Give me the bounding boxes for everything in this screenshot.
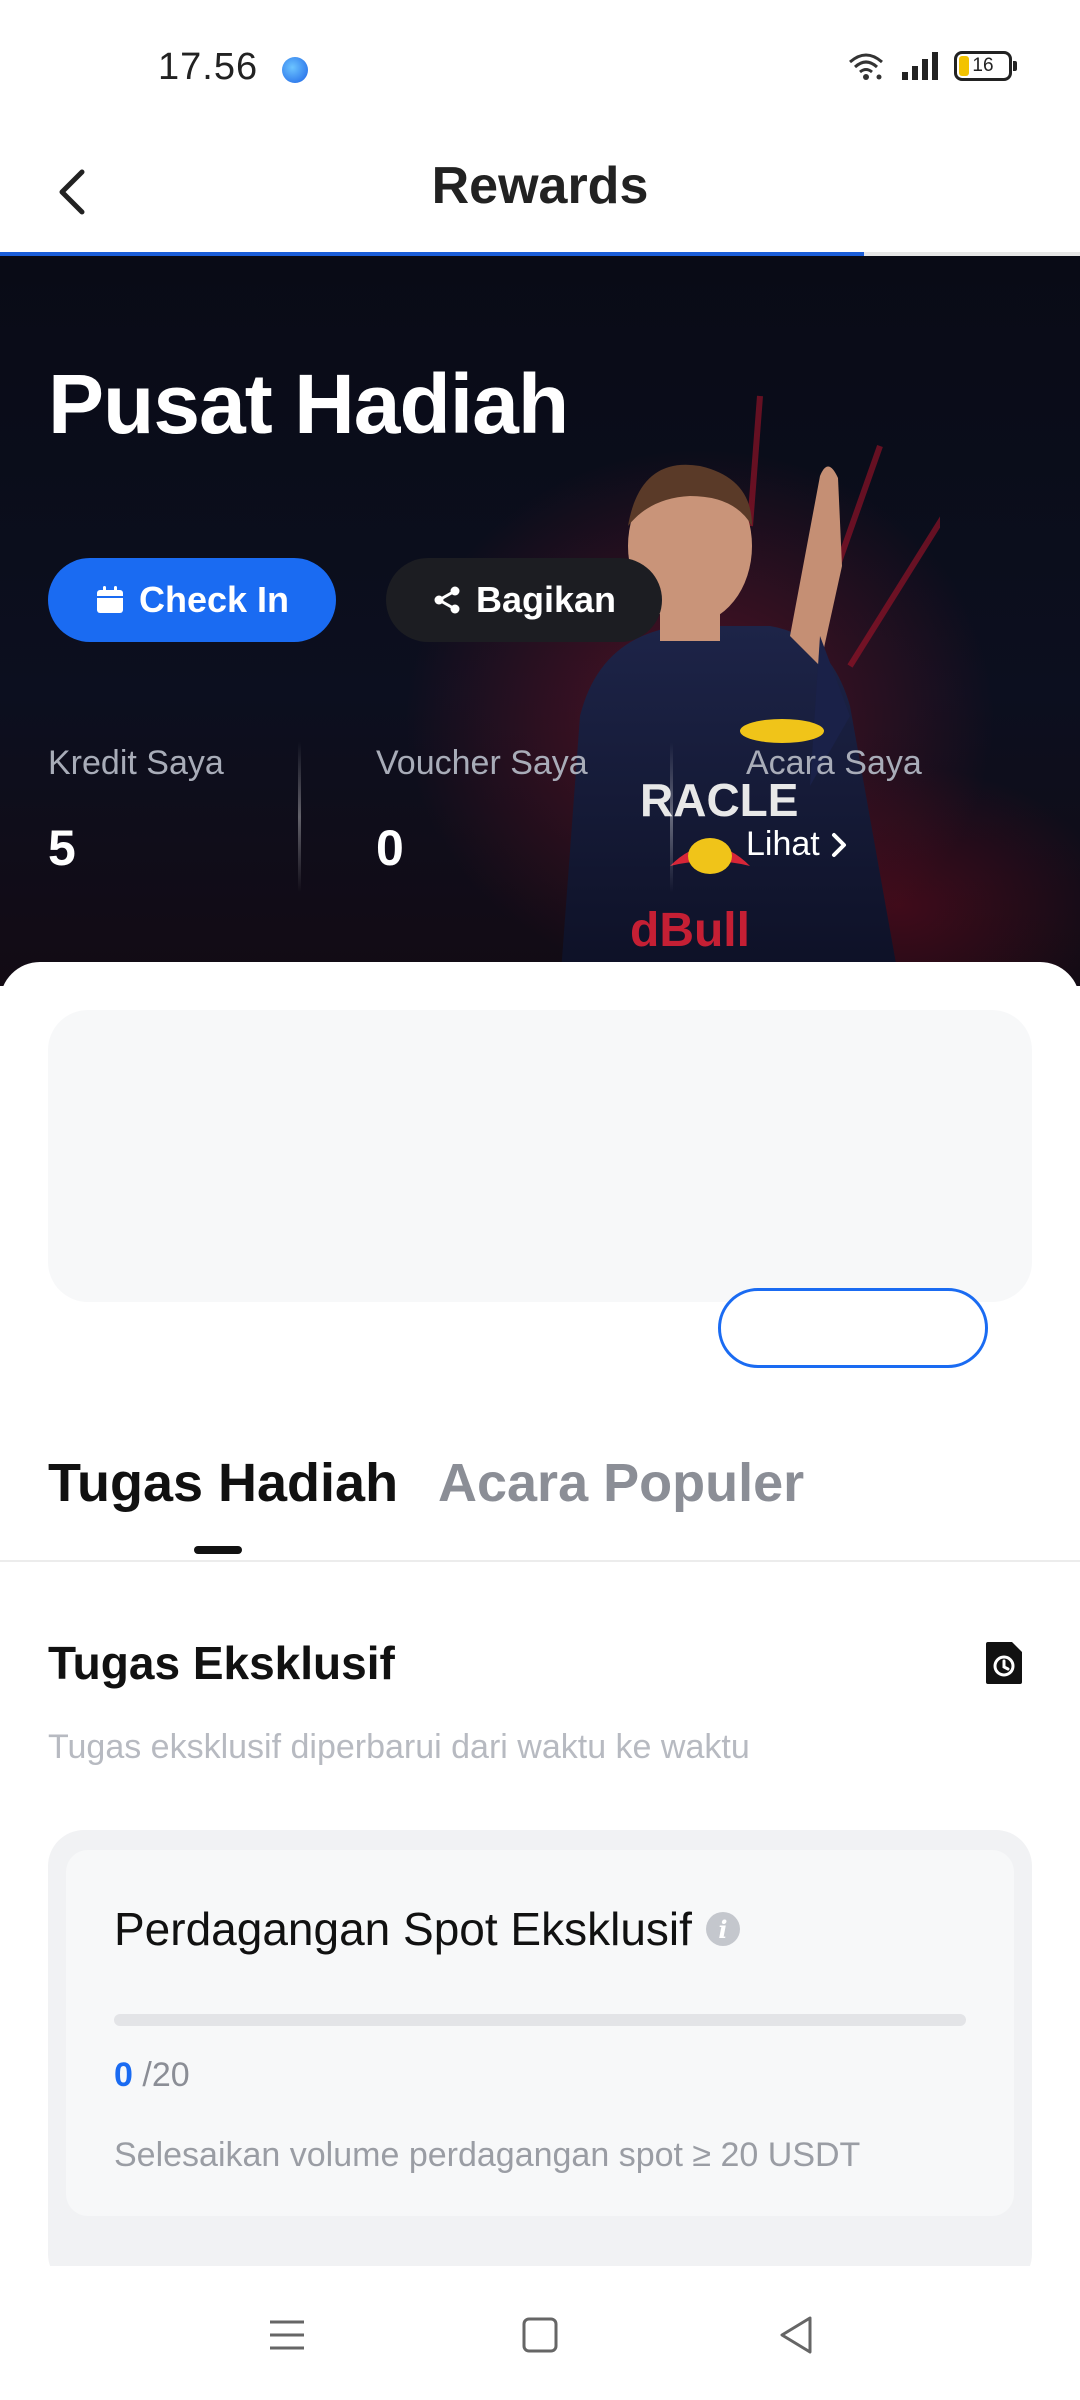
task-progress-bar: [114, 2014, 966, 2026]
task-description: Selesaikan volume perdagangan spot ≥ 20 …: [114, 2136, 861, 2174]
status-icons: 16: [846, 50, 1017, 82]
status-bar: 17.56 16: [0, 0, 1080, 130]
app-header: Rewards: [0, 130, 1080, 256]
history-document-icon: [986, 1642, 1022, 1684]
stat-events-label: Acara Saya: [746, 744, 922, 782]
stat-vouchers-label: Voucher Saya: [376, 744, 588, 782]
task-card[interactable]: Perdagangan Spot Eksklusif i 0 /20 Seles…: [66, 1850, 1014, 2216]
stat-divider: [670, 742, 673, 892]
section-subtitle: Tugas eksklusif diperbarui dari waktu ke…: [48, 1728, 750, 1766]
battery-level: 16: [972, 55, 994, 76]
driver-illustration: RACLE dBull: [520, 395, 940, 986]
tab-popular-events[interactable]: Acara Populer: [438, 1452, 804, 1514]
system-nav-bar: [0, 2266, 1080, 2400]
check-in-label: Check In: [138, 579, 290, 620]
tab-bar: Tugas Hadiah Acara Populer: [0, 1452, 1080, 1562]
tab-reward-tasks[interactable]: Tugas Hadiah: [48, 1452, 398, 1514]
share-icon: [434, 586, 460, 614]
status-time: 17.56: [158, 46, 259, 88]
history-button[interactable]: [982, 1640, 1026, 1686]
calendar-icon: [96, 586, 123, 613]
signal-icon: [902, 52, 938, 80]
battery-icon: 16: [954, 51, 1017, 81]
menu-icon[interactable]: [262, 2310, 312, 2360]
rewards-hero: RACLE dBull Pusat Hadiah Check In Bagika…: [0, 256, 1080, 986]
active-tab-indicator: [194, 1546, 242, 1554]
home-square-icon[interactable]: [515, 2310, 565, 2360]
chevron-right-icon: [831, 832, 846, 857]
stat-credits-label: Kredit Saya: [48, 744, 224, 782]
share-label: Bagikan: [475, 579, 617, 620]
stat-credits[interactable]: Kredit Saya 5: [48, 744, 224, 877]
task-title: Perdagangan Spot Eksklusif: [114, 1903, 692, 1955]
task-progress-current: 0: [114, 2056, 133, 2094]
banner-placeholder[interactable]: [48, 1010, 1032, 1302]
task-action-button[interactable]: [718, 1288, 988, 1368]
stat-divider: [298, 742, 301, 892]
check-in-button[interactable]: Check In: [48, 558, 336, 642]
back-triangle-icon[interactable]: [772, 2310, 822, 2360]
content-panel: Tugas Hadiah Acara Populer Tugas Eksklus…: [0, 962, 1080, 2290]
svg-text:dBull: dBull: [630, 904, 750, 957]
stat-credits-value: 5: [48, 820, 76, 876]
section-title: Tugas Eksklusif: [48, 1637, 395, 1689]
hero-title: Pusat Hadiah: [48, 357, 569, 451]
stat-events: Acara Saya Lihat: [746, 744, 922, 864]
app-notification-icon: [282, 57, 308, 83]
task-progress-text: 0 /20: [114, 2056, 190, 2095]
task-title-row: Perdagangan Spot Eksklusif i: [114, 1902, 740, 1956]
view-events-link[interactable]: Lihat: [746, 825, 922, 864]
share-button[interactable]: Bagikan: [386, 558, 662, 642]
task-progress-target: /20: [142, 2056, 190, 2094]
stat-vouchers[interactable]: Voucher Saya 0: [376, 744, 588, 877]
page-title: Rewards: [431, 157, 649, 215]
stat-vouchers-value: 0: [376, 820, 404, 876]
info-icon[interactable]: i: [705, 1912, 740, 1946]
wifi-icon: [849, 53, 883, 80]
view-events-label: Lihat: [746, 825, 820, 863]
